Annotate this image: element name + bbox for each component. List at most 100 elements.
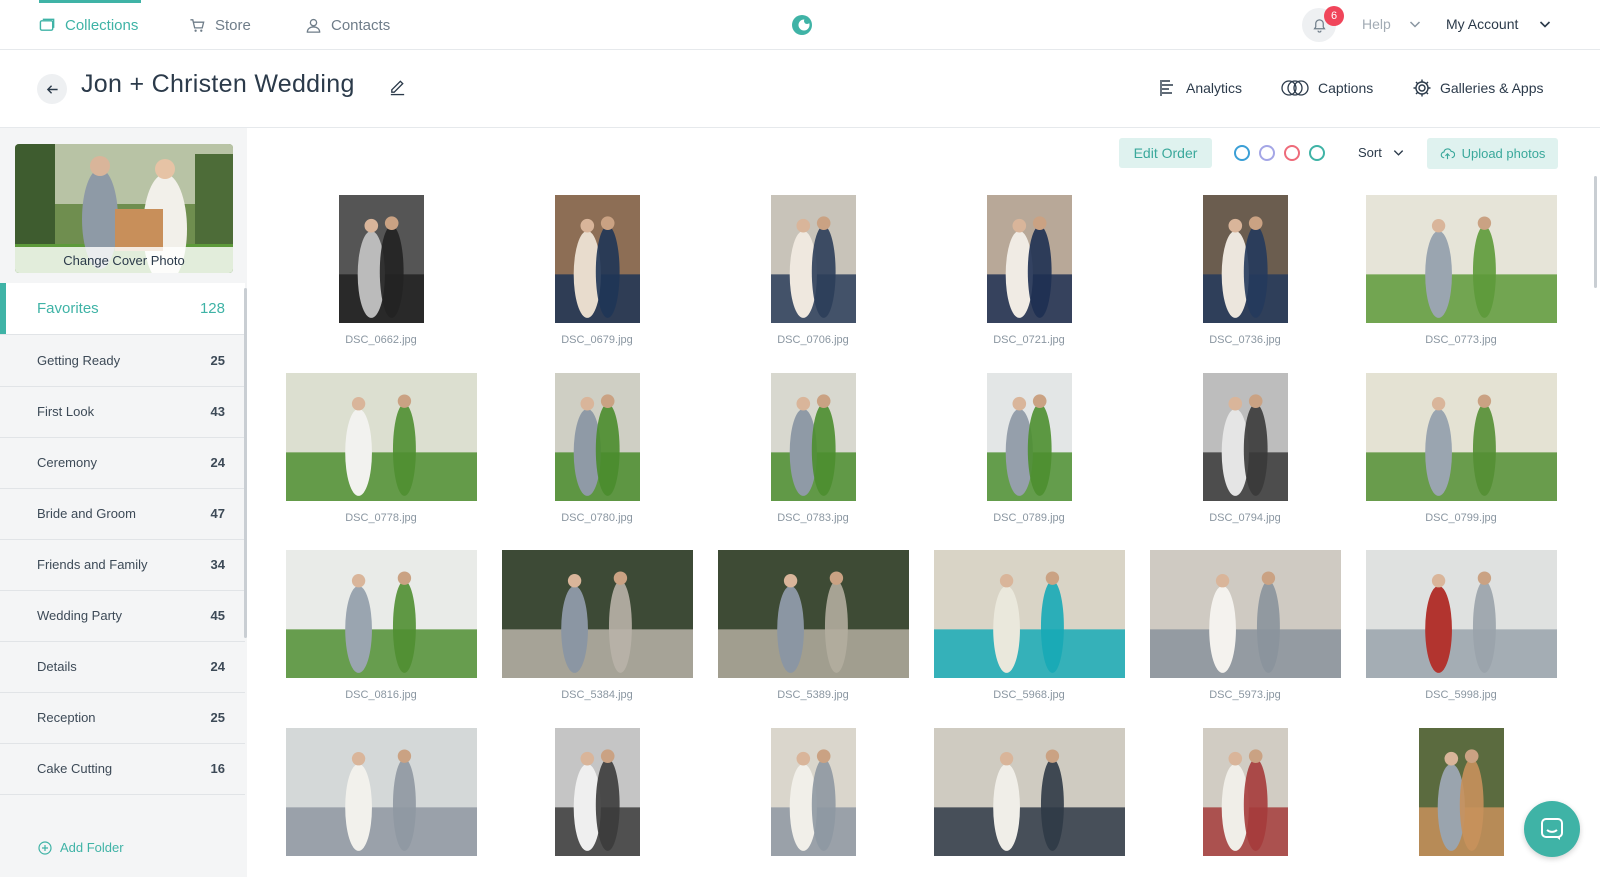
folder-wedding-party[interactable]: Wedding Party 45 — [0, 590, 245, 642]
back-button[interactable] — [37, 74, 67, 104]
chevron-down-icon[interactable] — [1538, 17, 1552, 31]
folder-label: Bride and Groom — [37, 506, 136, 521]
photo-thumbnail[interactable] — [770, 195, 856, 323]
photo-tile[interactable] — [919, 728, 1139, 877]
help-menu[interactable]: Help — [1362, 16, 1391, 32]
photo-thumbnail[interactable] — [285, 728, 477, 856]
photo-thumbnail[interactable] — [554, 373, 640, 501]
photo-tile[interactable]: DSC_5389.jpg — [703, 550, 923, 730]
color-label-red[interactable] — [1284, 145, 1300, 161]
folder-friends-and-family[interactable]: Friends and Family 34 — [0, 539, 245, 591]
nav-contacts[interactable]: Contacts — [305, 0, 390, 50]
sort-dropdown[interactable]: Sort — [1358, 145, 1405, 160]
photo-tile[interactable]: DSC_0679.jpg — [487, 195, 707, 375]
color-label-green[interactable] — [1309, 145, 1325, 161]
folder-ceremony[interactable]: Ceremony 24 — [0, 437, 245, 489]
folder-first-look[interactable]: First Look 43 — [0, 386, 245, 438]
folder-reception[interactable]: Reception 25 — [0, 692, 245, 744]
photo-frame — [271, 550, 491, 678]
add-folder-button[interactable]: Add Folder — [38, 840, 124, 855]
edit-order-button[interactable]: Edit Order — [1119, 138, 1212, 168]
photo-tile[interactable]: DSC_5384.jpg — [487, 550, 707, 730]
photo-tile[interactable]: DSC_5998.jpg — [1351, 550, 1571, 730]
photo-filename: DSC_0778.jpg — [345, 512, 417, 524]
folder-cake-cutting[interactable]: Cake Cutting 16 — [0, 743, 245, 795]
color-label-blue[interactable] — [1234, 145, 1250, 161]
photo-tile[interactable]: DSC_0799.jpg — [1351, 373, 1571, 553]
photo-thumbnail[interactable] — [285, 373, 477, 501]
photo-thumbnail[interactable] — [1365, 550, 1557, 678]
photo-filename: DSC_0679.jpg — [561, 334, 633, 346]
photo-tile[interactable]: DSC_0780.jpg — [487, 373, 707, 553]
notifications-badge: 6 — [1324, 6, 1344, 26]
photo-thumbnail[interactable] — [1365, 195, 1557, 323]
folder-bride-and-groom[interactable]: Bride and Groom 47 — [0, 488, 245, 540]
folder-getting-ready[interactable]: Getting Ready 25 — [0, 335, 245, 387]
brand-logo-icon[interactable] — [790, 13, 814, 37]
photo-thumbnail[interactable] — [1202, 195, 1288, 323]
photo-thumbnail[interactable] — [285, 550, 477, 678]
photo-tile[interactable]: DSC_0706.jpg — [703, 195, 923, 375]
folder-label: First Look — [37, 404, 95, 419]
photo-tile[interactable] — [271, 728, 491, 877]
photo-tile[interactable]: DSC_0783.jpg — [703, 373, 923, 553]
photo-tile[interactable]: DSC_0736.jpg — [1135, 195, 1355, 375]
photo-thumbnail[interactable] — [554, 728, 640, 856]
photo-tile[interactable]: DSC_0816.jpg — [271, 550, 491, 730]
collection-header: Jon + Christen Wedding Analytics Caption… — [0, 50, 1600, 128]
chevron-down-icon[interactable] — [1408, 17, 1422, 31]
photo-thumbnail[interactable] — [1202, 373, 1288, 501]
photo-thumbnail[interactable] — [933, 550, 1125, 678]
upload-photos-button[interactable]: Upload photos — [1427, 138, 1558, 169]
photo-thumbnail[interactable] — [338, 195, 424, 323]
photo-filename: DSC_0789.jpg — [993, 512, 1065, 524]
folder-label: Reception — [37, 710, 96, 725]
photo-frame — [1351, 195, 1571, 323]
photo-thumbnail[interactable] — [1202, 728, 1288, 856]
photo-filename: DSC_0816.jpg — [345, 689, 417, 701]
photo-tile[interactable]: DSC_5973.jpg — [1135, 550, 1355, 730]
photo-thumbnail[interactable] — [933, 728, 1125, 856]
photo-filename: DSC_5968.jpg — [993, 689, 1065, 701]
photo-tile[interactable] — [703, 728, 923, 877]
photo-tile[interactable]: DSC_0789.jpg — [919, 373, 1139, 553]
galleries-apps-button[interactable]: Galleries & Apps — [1412, 78, 1544, 98]
photo-thumbnail[interactable] — [1149, 550, 1341, 678]
photo-thumbnail[interactable] — [986, 195, 1072, 323]
photo-thumbnail[interactable] — [1418, 728, 1504, 856]
nav-store[interactable]: Store — [189, 0, 251, 50]
photo-thumbnail[interactable] — [770, 373, 856, 501]
photo-frame — [1135, 550, 1355, 678]
photo-thumbnail[interactable] — [501, 550, 693, 678]
photo-thumbnail[interactable] — [554, 195, 640, 323]
photo-thumbnail[interactable] — [986, 373, 1072, 501]
photo-tile[interactable]: DSC_0773.jpg — [1351, 195, 1571, 375]
photo-tile[interactable]: DSC_0721.jpg — [919, 195, 1139, 375]
photo-tile[interactable]: DSC_0794.jpg — [1135, 373, 1355, 553]
photo-tile[interactable] — [1351, 728, 1571, 877]
photo-tile[interactable]: DSC_0778.jpg — [271, 373, 491, 553]
nav-collections[interactable]: Collections — [39, 0, 141, 50]
photo-thumbnail[interactable] — [1365, 373, 1557, 501]
folder-count: 16 — [210, 761, 225, 776]
photo-tile[interactable]: DSC_0662.jpg — [271, 195, 491, 375]
color-label-purple[interactable] — [1259, 145, 1275, 161]
account-menu[interactable]: My Account — [1446, 16, 1518, 32]
photo-frame — [487, 373, 707, 501]
main-scrollbar[interactable] — [1594, 176, 1597, 288]
chat-button[interactable] — [1524, 801, 1580, 857]
photo-thumbnail[interactable] — [770, 728, 856, 856]
photo-tile[interactable]: DSC_5968.jpg — [919, 550, 1139, 730]
photo-thumbnail[interactable] — [717, 550, 909, 678]
photo-tile[interactable] — [1135, 728, 1355, 877]
captions-button[interactable]: Captions — [1280, 78, 1373, 98]
photo-tile[interactable] — [487, 728, 707, 877]
analytics-button[interactable]: Analytics — [1158, 78, 1242, 98]
folder-favorites[interactable]: Favorites 128 — [0, 283, 245, 335]
cover-photo[interactable]: Change Cover Photo — [15, 144, 233, 273]
photo-frame — [703, 550, 923, 678]
folder-label: Getting Ready — [37, 353, 121, 368]
folder-details[interactable]: Details 24 — [0, 641, 245, 693]
collections-icon — [39, 18, 55, 31]
pencil-icon[interactable] — [388, 77, 407, 96]
